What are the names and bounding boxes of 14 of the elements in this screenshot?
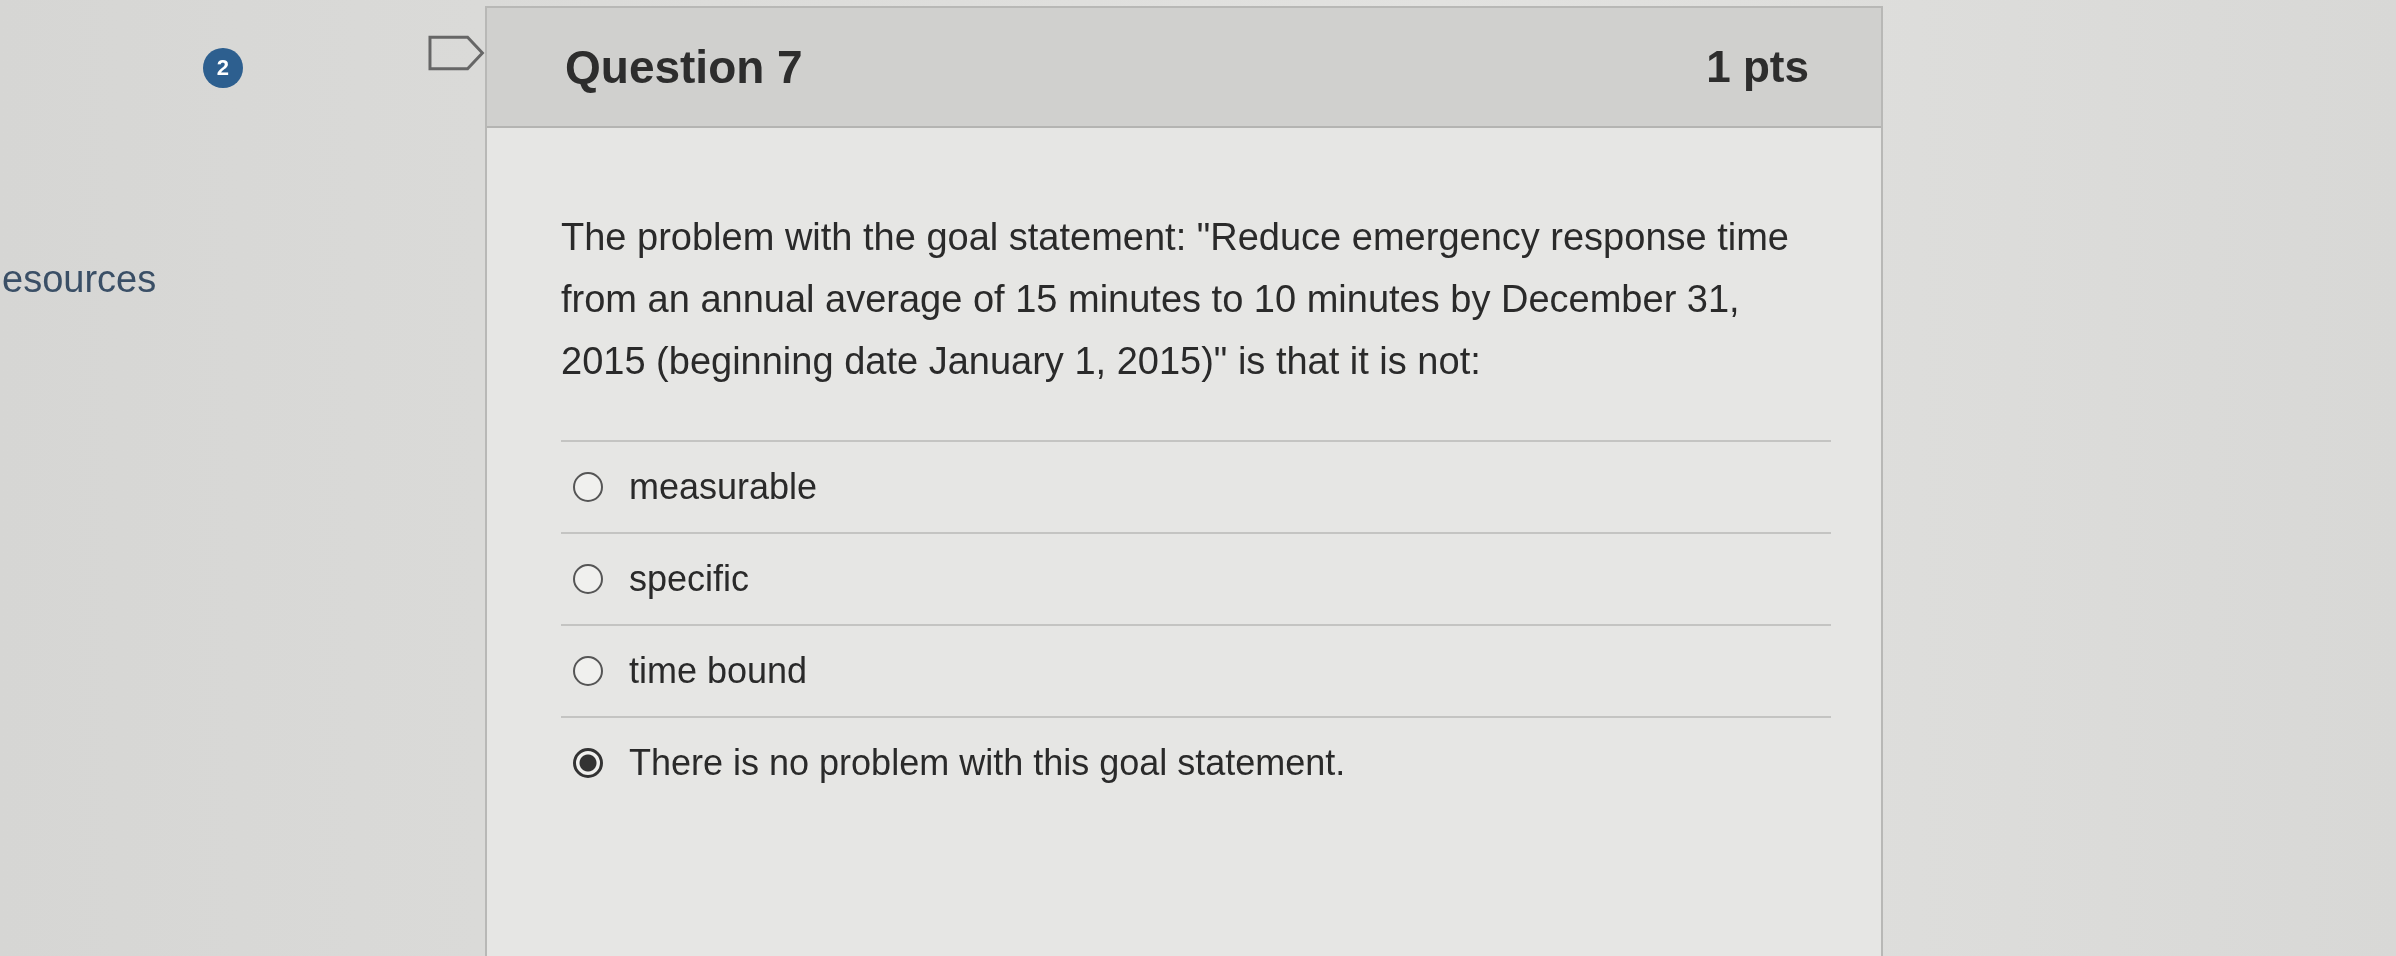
- question-title: Question 7: [565, 40, 803, 94]
- answer-label[interactable]: There is no problem with this goal statement.: [629, 742, 1346, 784]
- sidebar-link[interactable]: esources: [2, 258, 157, 301]
- question-text: The problem with the goal statement: "Reduce emergency response time from an annual average of 15 minutes to 10 minutes by December 31, 2015 (beginning date January 1, 2015)" is that it is not:: [561, 215, 1790, 384]
- flag-icon[interactable]: [427, 35, 485, 71]
- answer-label[interactable]: time bound: [629, 650, 808, 692]
- radio-button[interactable]: [573, 564, 603, 594]
- count-badge: 2: [203, 48, 243, 88]
- radio-button[interactable]: [573, 748, 603, 778]
- answer-label[interactable]: specific: [629, 558, 750, 600]
- radio-button[interactable]: [573, 656, 603, 686]
- radio-button[interactable]: [573, 472, 603, 502]
- answer-label[interactable]: measurable: [629, 466, 818, 508]
- points-label: 1 pts: [1706, 42, 1809, 92]
